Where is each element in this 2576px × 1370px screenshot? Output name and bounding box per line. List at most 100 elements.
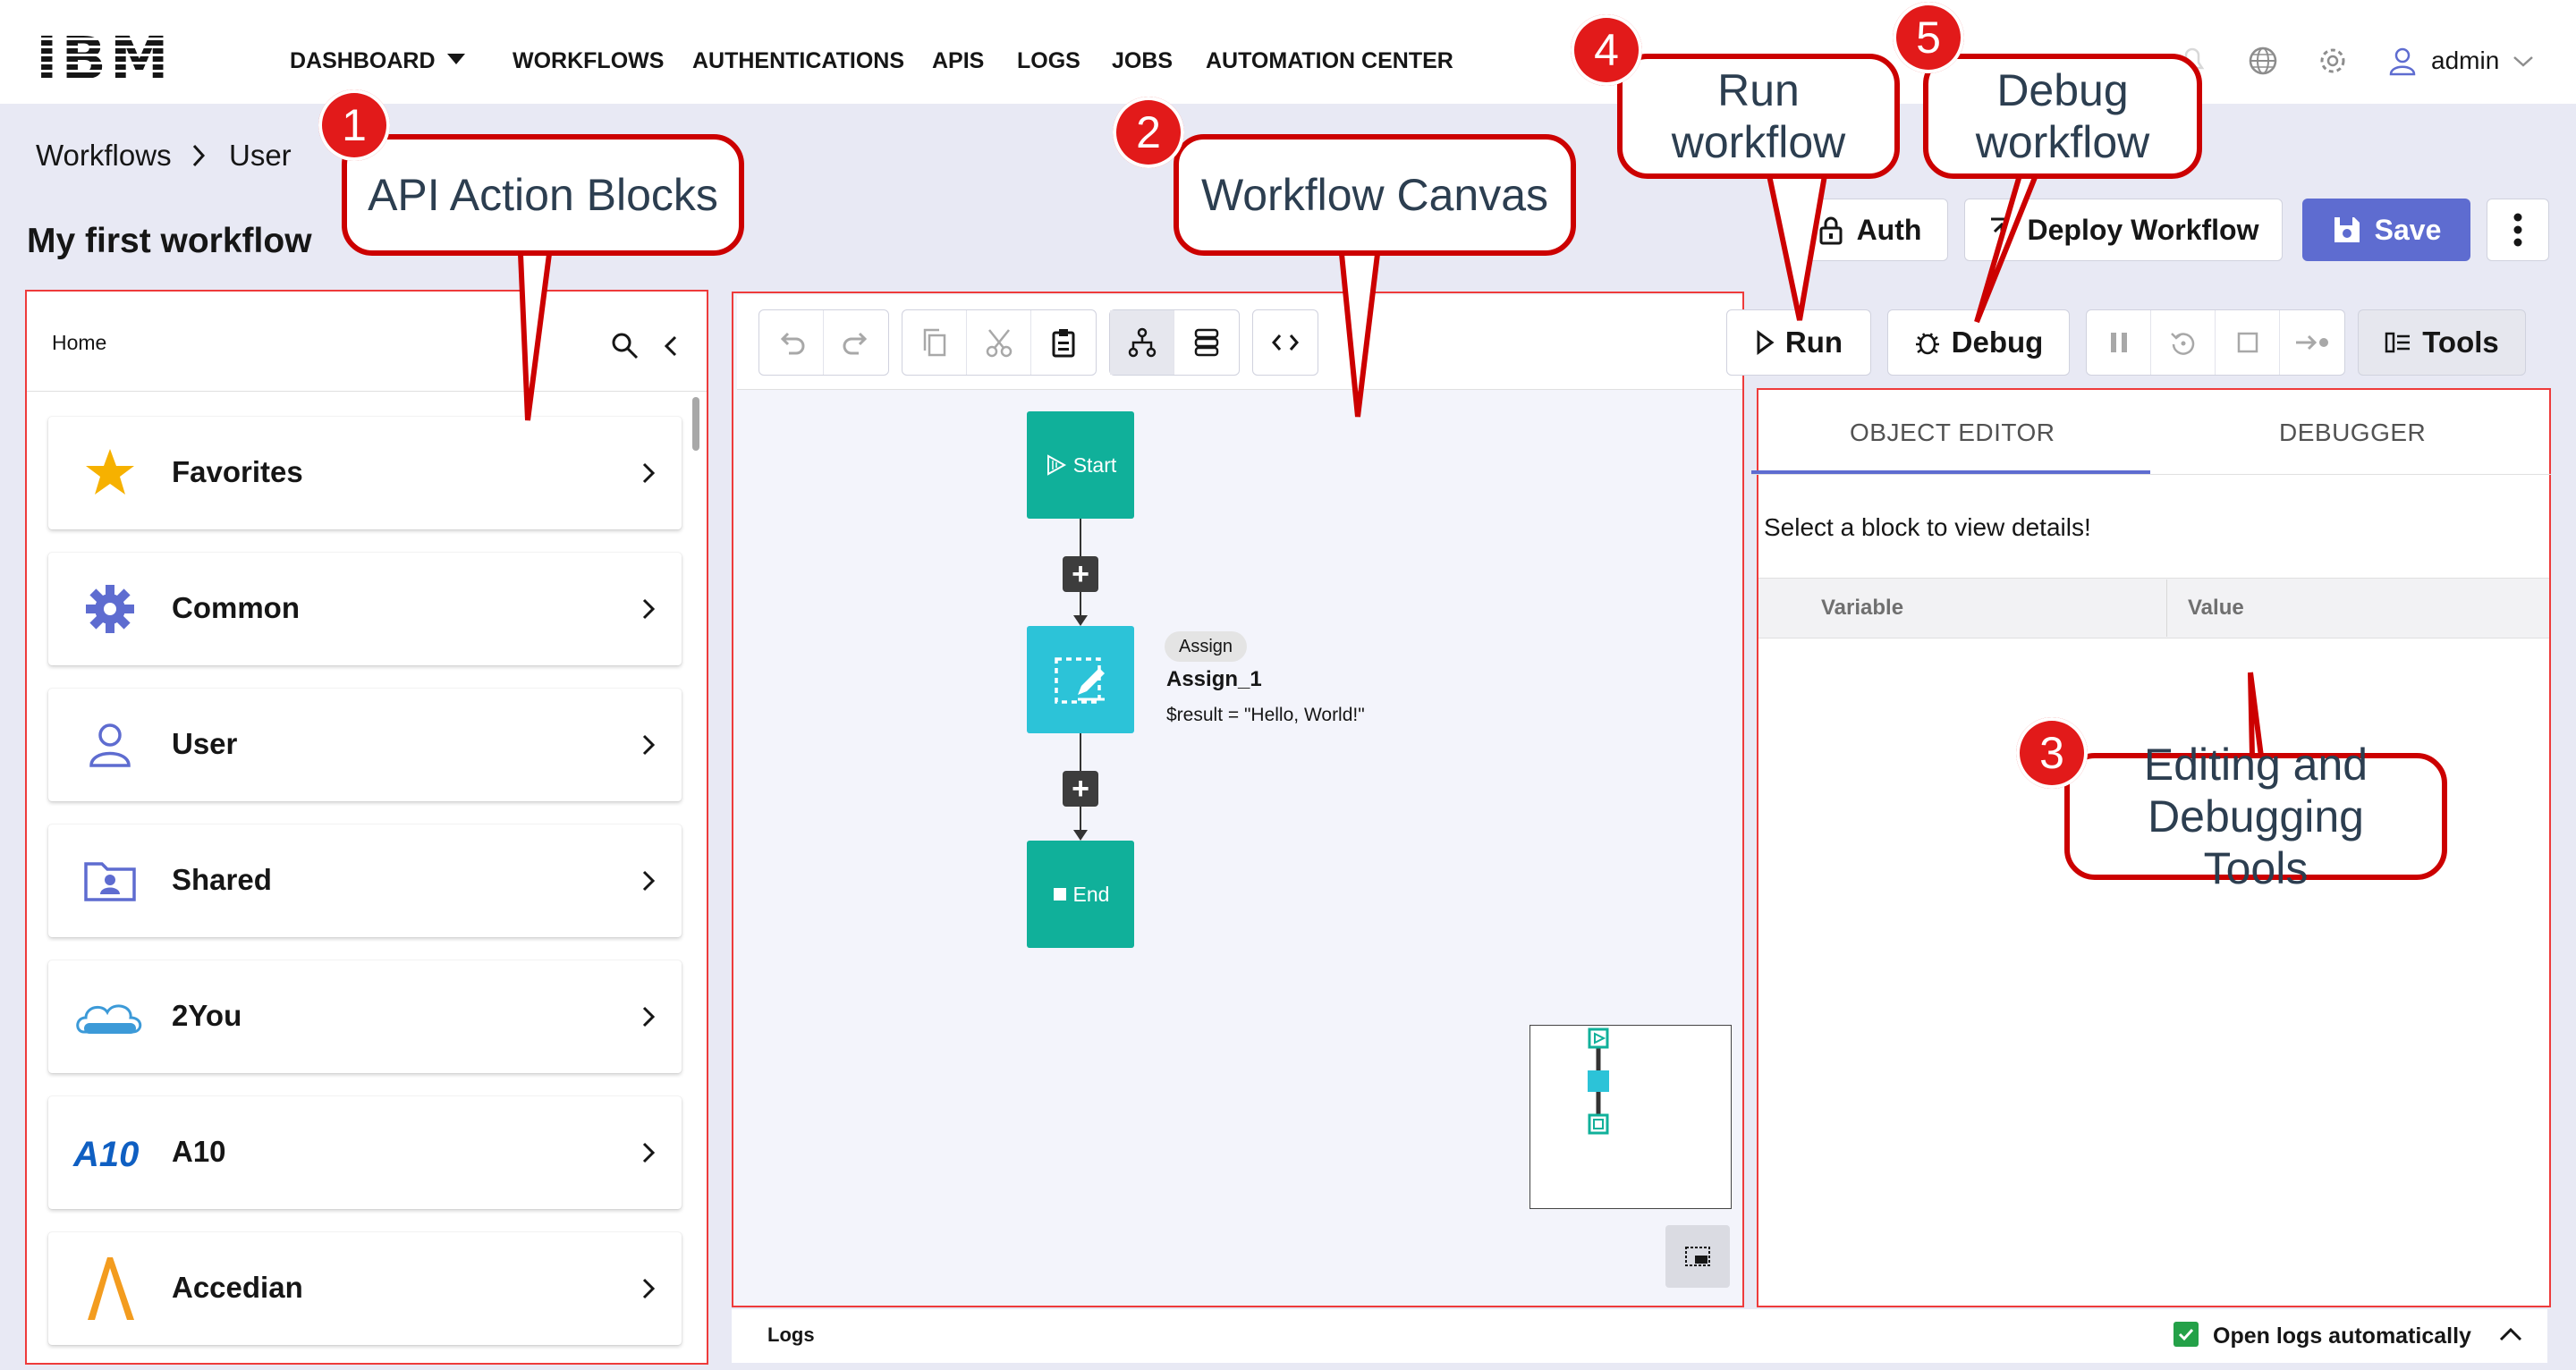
gear-icon	[86, 585, 134, 633]
ibm-logo[interactable]: IBM	[36, 30, 173, 89]
run-label: Run	[1784, 326, 1843, 359]
debug-label: Debug	[1951, 326, 2044, 359]
code-icon	[1272, 334, 1299, 351]
save-label: Save	[2374, 213, 2442, 246]
pause-button[interactable]	[2087, 310, 2151, 375]
category-label: Favorites	[172, 455, 303, 488]
category-2you[interactable]: 2You	[48, 960, 682, 1073]
deploy-label: Deploy Workflow	[2027, 213, 2259, 246]
paste-button[interactable]	[1031, 310, 1096, 375]
nav-jobs[interactable]: JOBS	[1112, 47, 1173, 75]
tree-layout-button[interactable]	[1110, 310, 1174, 375]
panel-home-label[interactable]: Home	[52, 331, 106, 355]
run-button[interactable]: Run	[1726, 309, 1871, 376]
panel-header: Home	[27, 292, 707, 392]
list-layout-button[interactable]	[1174, 310, 1239, 375]
assign-type-tag: Assign	[1165, 631, 1248, 662]
play-icon	[1046, 454, 1066, 476]
panel-scrollbar[interactable]	[692, 397, 699, 451]
dashboard-caret-icon[interactable]	[447, 54, 465, 64]
hierarchy-icon	[1128, 327, 1156, 358]
start-node[interactable]: Start	[1027, 411, 1134, 519]
restart-button[interactable]	[2151, 310, 2216, 375]
api-action-blocks-panel: Home Favorites Common User Shared 2You A…	[25, 290, 708, 1365]
category-user[interactable]: User	[48, 689, 682, 801]
callout-api-action-blocks: API Action Blocks	[342, 134, 744, 256]
stop-button[interactable]	[2216, 310, 2280, 375]
nav-logs[interactable]: LOGS	[1017, 47, 1080, 75]
chevron-up-icon[interactable]	[2497, 1323, 2524, 1345]
undo-button[interactable]	[759, 310, 824, 375]
globe-icon[interactable]	[2247, 45, 2279, 77]
callout-workflow-canvas: Workflow Canvas	[1174, 134, 1576, 256]
minimap-preview	[1588, 1028, 1609, 1135]
settings-icon[interactable]	[2317, 45, 2349, 77]
more-options-button[interactable]	[2487, 199, 2549, 261]
chevron-right-icon	[642, 734, 656, 756]
auth-button[interactable]: Auth	[1791, 199, 1948, 261]
nav-automation-center[interactable]: AUTOMATION CENTER	[1206, 47, 1453, 75]
user-menu-chevron-icon[interactable]	[2512, 45, 2535, 77]
breadcrumb-workflows[interactable]: Workflows	[36, 138, 172, 173]
restart-icon	[2170, 333, 2194, 355]
accedian-logo-icon	[88, 1257, 134, 1320]
callout-text: Editing and Debugging Tools	[2143, 740, 2368, 893]
tab-object-editor[interactable]: OBJECT EDITOR	[1850, 419, 2055, 447]
open-logs-checkbox[interactable]	[2174, 1322, 2199, 1347]
user-name[interactable]: admin	[2431, 45, 2499, 77]
tools-button[interactable]: Tools	[2358, 309, 2526, 376]
callout-editing-debugging: Editing and Debugging Tools	[2064, 740, 2447, 893]
user-avatar-icon[interactable]	[2386, 45, 2419, 77]
cut-button[interactable]	[967, 310, 1031, 375]
canvas-minimap[interactable]	[1530, 1025, 1732, 1209]
tools-panel-icon	[2385, 332, 2411, 353]
auth-label: Auth	[1856, 213, 1922, 246]
tab-debugger[interactable]: DEBUGGER	[2279, 419, 2426, 447]
breadcrumb-chevron-icon	[192, 144, 206, 167]
category-common[interactable]: Common	[48, 553, 682, 665]
assign-node[interactable]	[1027, 626, 1134, 733]
column-value[interactable]: Value	[2188, 596, 2244, 621]
save-button[interactable]: Save	[2302, 199, 2470, 261]
search-icon[interactable]	[610, 331, 640, 361]
collapse-panel-icon[interactable]	[660, 333, 682, 359]
chevron-right-icon	[642, 598, 656, 620]
nav-dashboard[interactable]: DASHBOARD	[290, 47, 436, 75]
category-label: User	[172, 727, 238, 760]
assign-block-name: Assign_1	[1166, 667, 1262, 691]
clipboard-icon	[1052, 329, 1075, 358]
nav-authentications[interactable]: AUTHENTICATIONS	[692, 47, 904, 75]
connector-line	[1080, 733, 1081, 773]
stop-icon	[2237, 332, 2258, 353]
column-variable[interactable]: Variable	[1821, 596, 1903, 621]
chevron-right-icon	[642, 1142, 656, 1163]
page-title: My first workflow	[27, 222, 312, 260]
nav-apis[interactable]: APIS	[932, 47, 984, 75]
category-accedian[interactable]: Accedian	[48, 1232, 682, 1345]
callout-run-workflow: Run workflow	[1617, 54, 1900, 179]
undo-icon	[780, 332, 804, 355]
copy-button[interactable]	[902, 310, 967, 375]
debug-button[interactable]: Debug	[1887, 309, 2070, 376]
connector-line	[1080, 519, 1081, 556]
step-over-button[interactable]	[2280, 310, 2344, 375]
category-a10[interactable]: A10 A10	[48, 1096, 682, 1209]
clipboard-group	[902, 309, 1097, 376]
redo-button[interactable]	[824, 310, 888, 375]
code-view-button[interactable]	[1253, 310, 1318, 375]
end-node[interactable]: End	[1027, 841, 1134, 948]
add-block-button[interactable]: +	[1063, 556, 1098, 592]
category-shared[interactable]: Shared	[48, 825, 682, 937]
category-label: A10	[172, 1135, 226, 1168]
deploy-workflow-button[interactable]: Deploy Workflow	[1964, 199, 2283, 261]
add-block-button[interactable]: +	[1063, 771, 1098, 807]
logs-label[interactable]: Logs	[767, 1323, 815, 1347]
tabs-divider	[1751, 474, 2551, 475]
nav-workflows[interactable]: WORKFLOWS	[513, 47, 664, 75]
callout-badge-3: 3	[2016, 717, 2088, 789]
toggle-minimap-button[interactable]	[1665, 1225, 1730, 1288]
category-favorites[interactable]: Favorites	[48, 417, 682, 529]
code-group	[1252, 309, 1318, 376]
connector-arrow	[1073, 830, 1088, 841]
2you-logo-icon	[76, 1004, 142, 1034]
